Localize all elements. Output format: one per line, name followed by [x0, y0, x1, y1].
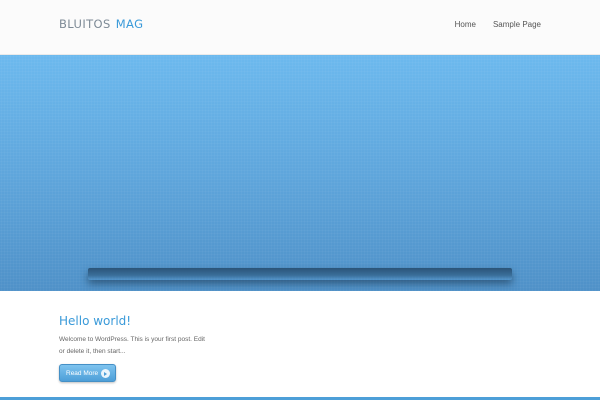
read-more-label: Read More [66, 370, 99, 377]
post-excerpt: Welcome to WordPress. This is your first… [59, 336, 205, 355]
logo-primary-text: BLUITOS [59, 17, 111, 31]
site-logo[interactable]: BLUITOS MAG [59, 17, 143, 31]
site-header: BLUITOS MAG Home Sample Page [0, 0, 600, 55]
nav-item-home[interactable]: Home [455, 20, 476, 29]
hero-slider [0, 55, 600, 291]
nav-item-sample-page[interactable]: Sample Page [493, 20, 541, 29]
logo-accent-text: MAG [115, 17, 144, 31]
post-title[interactable]: Hello world! [59, 314, 131, 328]
read-more-button[interactable]: Read More [59, 364, 116, 382]
arrow-right-circle-icon [101, 369, 110, 378]
slide-shadow [88, 268, 512, 280]
main-nav: Home Sample Page [455, 20, 541, 29]
